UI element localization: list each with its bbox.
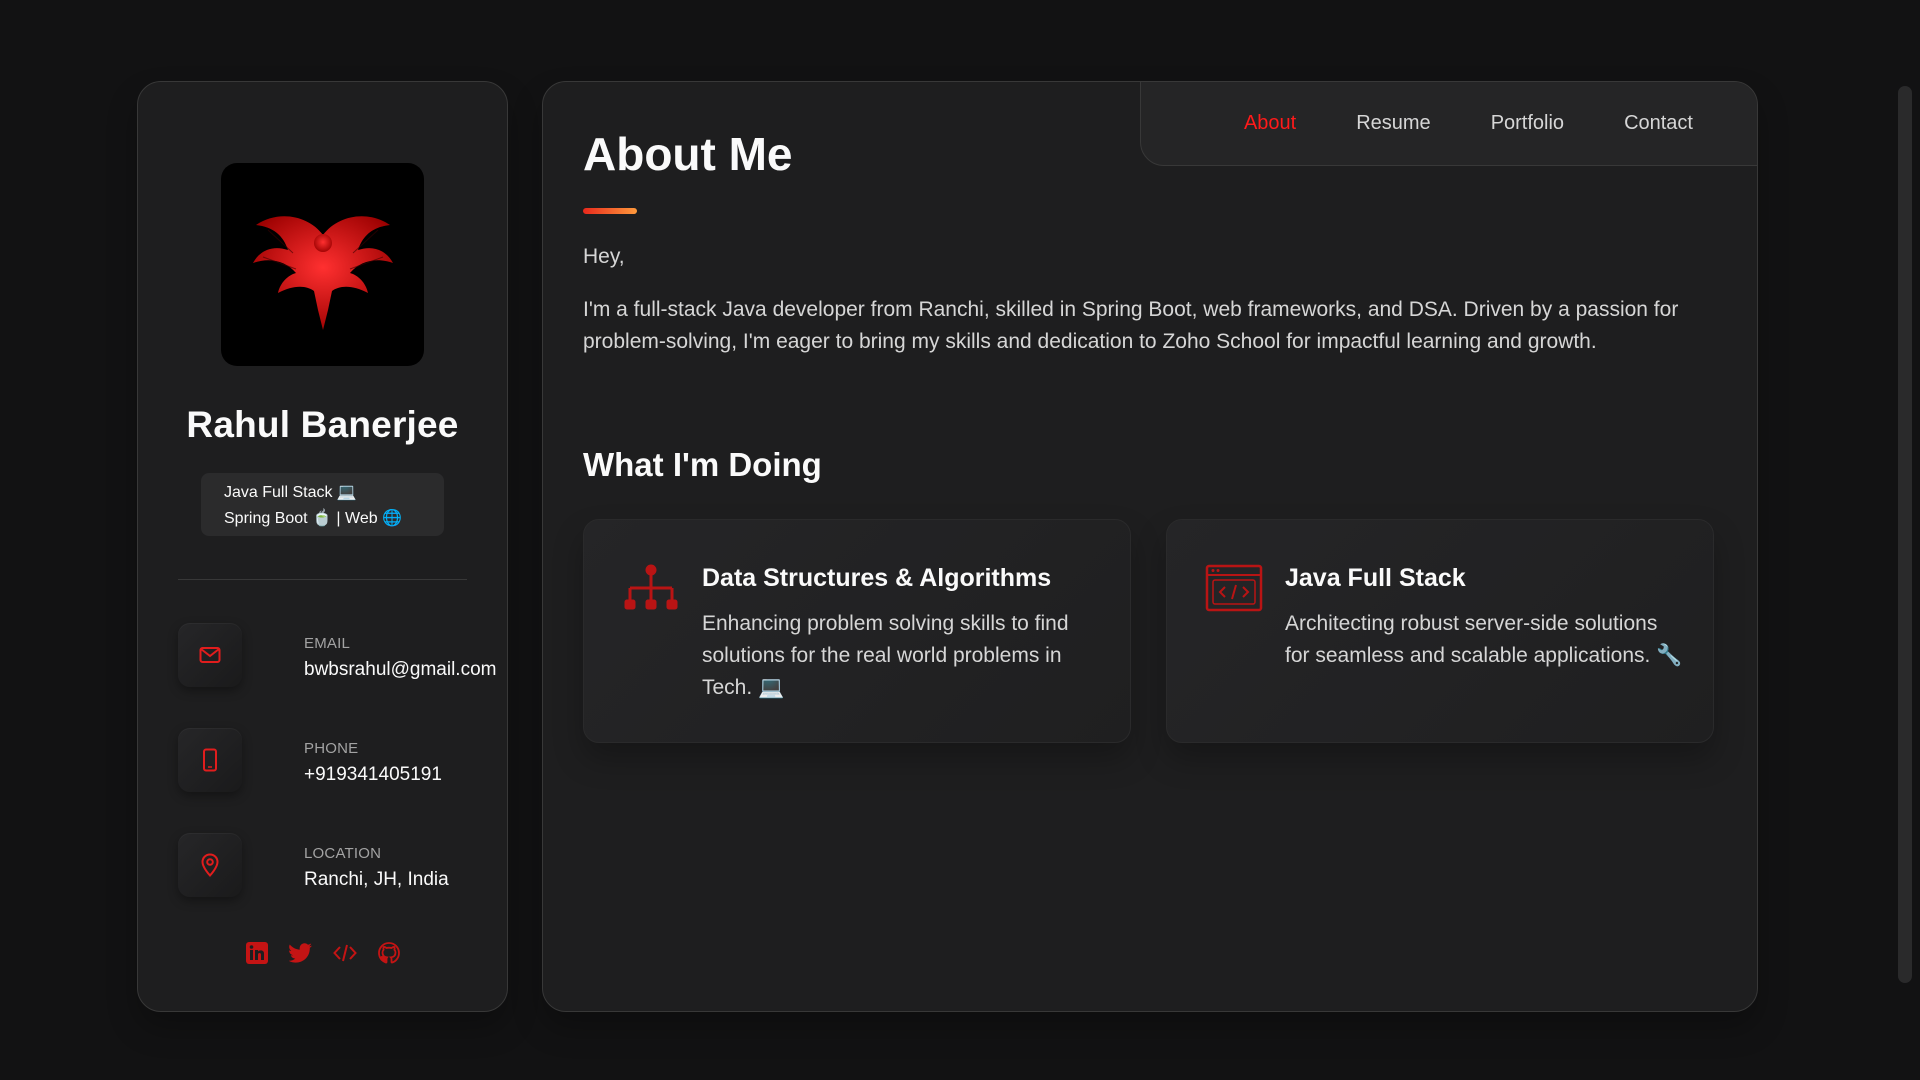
main-panel: About Resume Portfolio Contact About Me … <box>542 81 1758 1012</box>
location-label: Location <box>304 845 382 862</box>
mail-icon <box>178 623 242 687</box>
github-icon[interactable] <box>377 941 401 965</box>
about-text: I'm a full-stack Java developer from Ran… <box>583 298 1679 353</box>
service-card-dsa: Data Structures & Algorithms Enhancing p… <box>583 519 1131 743</box>
service-card-java: Java Full Stack Architecting robust serv… <box>1166 519 1714 743</box>
phone-icon <box>178 728 242 792</box>
contact-location: Location Ranchi, JH, India <box>178 833 478 899</box>
separator <box>178 579 467 580</box>
phone-label: Phone <box>304 740 359 757</box>
contact-phone: Phone +919341405191 <box>178 728 478 794</box>
section-title: What I'm Doing <box>583 446 822 483</box>
email-link[interactable]: bwbsrahul@gmail.com <box>304 659 504 681</box>
profile-name: Rahul Banerjee <box>186 404 459 445</box>
service-desc-java: Architecting robust server-side solution… <box>1285 612 1683 667</box>
title-badge: Java Full Stack 💻 Spring Boot 🍵 | Web 🌐 <box>201 473 444 536</box>
page-title: About Me <box>583 128 793 180</box>
service-title-dsa: Data Structures & Algorithms <box>702 564 1052 592</box>
sidebar: Rahul Banerjee Java Full Stack 💻 Spring … <box>137 81 508 1012</box>
email-label: Email <box>304 635 351 652</box>
nav-resume[interactable]: Resume <box>1356 112 1430 135</box>
greeting-text: Hey, <box>583 245 625 268</box>
location-pin-icon <box>178 833 242 897</box>
nav-about[interactable]: About <box>1244 112 1296 135</box>
code-icon[interactable] <box>332 941 357 965</box>
phoenix-logo-icon <box>252 215 393 330</box>
location-value: Ranchi, JH, India <box>304 869 449 890</box>
phone-link[interactable]: +919341405191 <box>304 764 504 786</box>
service-title-java: Java Full Stack <box>1285 564 1466 592</box>
hierarchy-icon <box>622 564 680 614</box>
nav-portfolio[interactable]: Portfolio <box>1491 112 1564 135</box>
twitter-icon[interactable] <box>288 941 313 965</box>
title-line-1: Java Full Stack 💻 <box>224 484 357 501</box>
title-line-2: Spring Boot 🍵 | Web 🌐 <box>224 510 402 527</box>
code-window-icon <box>1205 564 1263 614</box>
navbar: About Resume Portfolio Contact <box>1140 82 1757 166</box>
linkedin-icon[interactable] <box>245 941 269 965</box>
social-links <box>138 941 507 965</box>
title-underline <box>583 208 637 214</box>
contact-email: Email bwbsrahul@gmail.com <box>178 623 496 689</box>
avatar <box>221 163 424 366</box>
scrollbar-thumb[interactable] <box>1898 86 1912 983</box>
service-desc-dsa: Enhancing problem solving skills to find… <box>702 612 1069 699</box>
nav-contact[interactable]: Contact <box>1624 112 1693 135</box>
